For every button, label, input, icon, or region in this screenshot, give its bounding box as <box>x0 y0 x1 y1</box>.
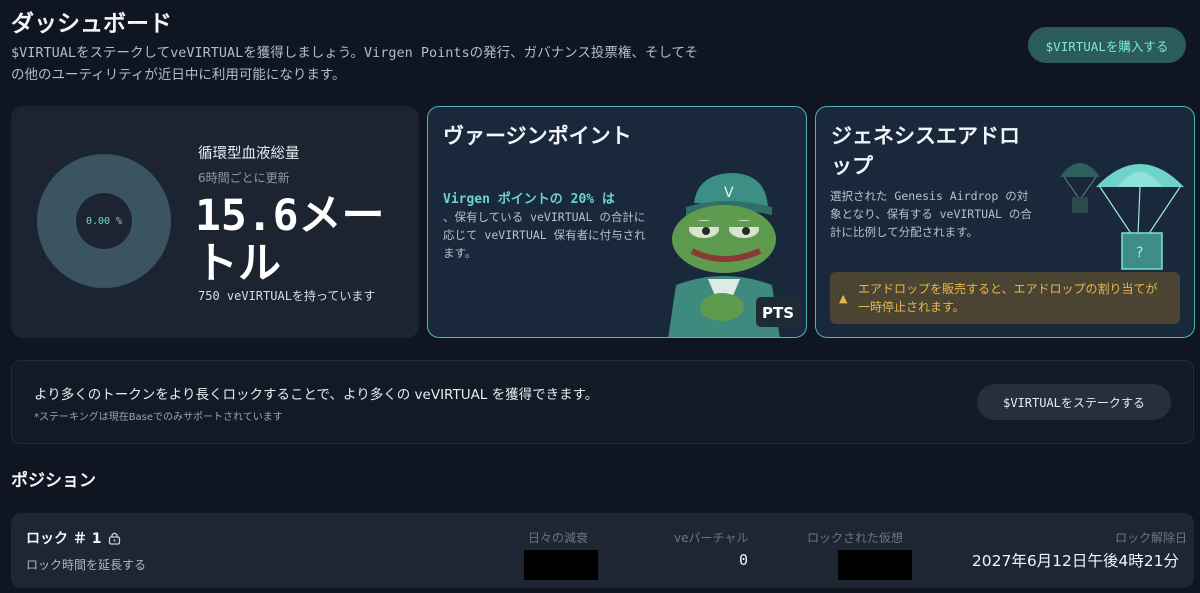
positions-title: ポジション <box>11 471 96 491</box>
page-title: ダッシュボード <box>11 11 172 37</box>
daily-decay-header: 日々の減衰 <box>528 531 589 545</box>
stake-banner: より多くのトークンをより長くロックすることで、より多くの veVIRTUAL を… <box>11 360 1194 444</box>
airdrop-card-title: ジェネシスエアドロップ <box>831 124 1020 178</box>
supply-donut-chart: 0.00 % <box>37 154 171 288</box>
genesis-airdrop-card[interactable]: ジェネシスエアドロップ 選択された Genesis Airdrop の対象となり… <box>815 106 1195 338</box>
locked-virtual-header: ロックされた仮想 <box>807 531 904 545</box>
buy-virtual-button[interactable]: $VIRTUALを購入する <box>1028 27 1186 63</box>
ve-partial-value: 0 <box>739 551 749 569</box>
supply-percent: 0.00 % <box>85 215 123 227</box>
points-card-title: ヴァージンポイント <box>443 124 632 148</box>
supply-value: 15.6メートル <box>195 191 385 289</box>
svg-text:?: ? <box>1136 245 1143 261</box>
extend-lock-link[interactable]: ロック時間を延長する <box>26 556 146 573</box>
lock-name-label: ロック ＃ 1 <box>26 531 102 547</box>
circulating-supply-card: 0.00 % 循環型血液総量 6時間ごとに更新 15.6メートル 750 veV… <box>11 106 419 338</box>
warning-icon: ▲ <box>839 292 848 305</box>
lock-name: ロック ＃ 1 <box>26 528 121 548</box>
locked-virtual-value-redacted <box>838 550 912 580</box>
airdrop-warning-text: エアドロップを販売すると、エアドロップの割り当てが一時停止されます。 <box>858 282 1158 314</box>
pts-badge-label: PTS <box>762 304 794 322</box>
parachute-crate-illustration: ? <box>1060 163 1184 270</box>
supply-title: 循環型血液総量 <box>198 146 300 162</box>
points-description: 、保有している veVIRTUAL の合計に応じて veVIRTUAL 保有者に… <box>443 210 646 260</box>
airdrop-description: 選択された Genesis Airdrop の対象となり、保有する veVIRT… <box>830 189 1032 239</box>
ve-partial-header: veパーチャル <box>674 531 749 545</box>
holding-amount: 750 veVIRTUALを持っています <box>198 289 376 303</box>
svg-text:V: V <box>724 185 734 201</box>
position-row: ロック ＃ 1 ロック時間を延長する 日々の減衰 veパーチャル 0 ロックされ… <box>11 513 1194 588</box>
points-highlight: Virgen ポイントの 20% は <box>443 192 615 207</box>
stake-banner-note: *ステーキングは現在Baseでのみサポートされています <box>34 412 283 423</box>
pepe-mascot-illustration: V PTS <box>668 173 802 337</box>
stake-virtual-button[interactable]: $VIRTUALをステークする <box>977 384 1171 420</box>
lock-icon <box>108 532 120 545</box>
airdrop-warning: ▲ エアドロップを販売すると、エアドロップの割り当てが一時停止されます。 <box>830 272 1180 324</box>
page-description: $VIRTUALをステークしてveVIRTUALを獲得しましょう。Virgen … <box>11 45 699 83</box>
virgen-points-card[interactable]: ヴァージンポイント Virgen ポイントの 20% は 、保有している veV… <box>427 106 807 338</box>
donut-center: 0.00 % <box>76 193 132 249</box>
daily-decay-value-redacted <box>524 550 598 580</box>
stake-banner-text: より多くのトークンをより長くロックすることで、より多くの veVIRTUAL を… <box>34 387 599 403</box>
unlock-date-value: 2027年6月12日午後4時21分 <box>971 552 1179 570</box>
unlock-date-header: ロック解除日 <box>1115 531 1188 545</box>
supply-subtitle: 6時間ごとに更新 <box>198 171 290 185</box>
